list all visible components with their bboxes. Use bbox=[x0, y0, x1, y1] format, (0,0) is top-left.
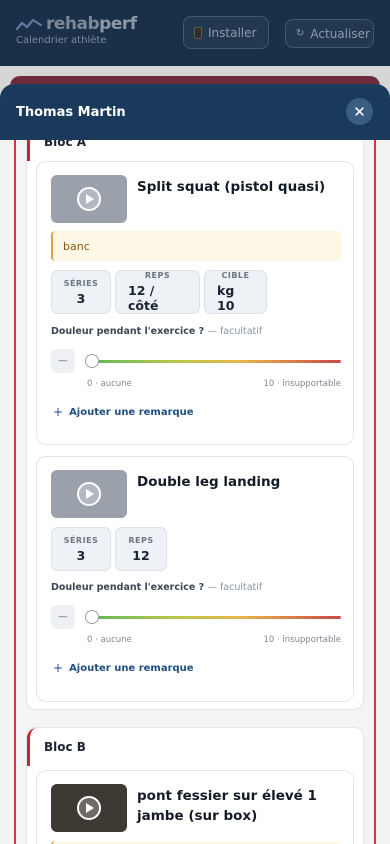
bloc-title: Bloc A bbox=[44, 140, 87, 149]
video-thumbnail[interactable] bbox=[51, 470, 127, 518]
scale-min-label: 0 · aucune bbox=[87, 379, 132, 389]
pain-question-text: Douleur pendant l'exercice ? bbox=[51, 582, 205, 593]
athlete-name: Thomas Martin bbox=[16, 104, 126, 120]
stat-value: 12 / côté bbox=[128, 283, 159, 313]
stat-label: CIBLE bbox=[221, 271, 250, 280]
video-thumbnail[interactable] bbox=[51, 175, 127, 223]
stat-target: CIBLE kg 10 bbox=[204, 270, 267, 314]
pain-slider-thumb[interactable] bbox=[85, 610, 99, 624]
exercise-title: pont fessier sur élevé 1 jambe (sur box) bbox=[137, 788, 317, 824]
pain-scale: 0 · aucune 10 · insupportable bbox=[87, 635, 341, 645]
logo-wave-icon bbox=[16, 18, 42, 31]
sheet-header: Thomas Martin ✕ bbox=[0, 84, 390, 140]
refresh-icon: ↻ bbox=[296, 28, 305, 39]
stat-reps: REPS 12 bbox=[115, 527, 167, 571]
app-subtitle: Calendrier athlète bbox=[16, 35, 107, 46]
install-button[interactable]: Installer bbox=[183, 16, 269, 49]
close-button[interactable]: ✕ bbox=[346, 98, 373, 125]
logo-text-perf: perf bbox=[99, 14, 137, 34]
exercise-card: Split squat (pistol quasi) banc SÉRIES 3… bbox=[36, 161, 354, 445]
refresh-button[interactable]: ↻ Actualiser bbox=[285, 19, 374, 48]
play-icon bbox=[77, 796, 101, 820]
app-header: rehabperf Calendrier athlète Installer ↻… bbox=[0, 0, 390, 66]
pain-decrease-button[interactable]: − bbox=[51, 605, 75, 629]
pain-optional-hint: — facultatif bbox=[207, 326, 263, 337]
add-remark-button[interactable]: + Ajouter une remarque bbox=[53, 661, 194, 675]
logo-text-rehab: rehab bbox=[46, 14, 100, 34]
stat-label: REPS bbox=[144, 271, 171, 280]
plus-icon: + bbox=[53, 661, 64, 675]
add-remark-label: Ajouter une remarque bbox=[69, 662, 194, 674]
exercise-title: Split squat (pistol quasi) bbox=[137, 179, 326, 195]
close-icon: ✕ bbox=[353, 102, 366, 121]
stat-value: 3 bbox=[76, 547, 86, 563]
stat-reps: REPS 12 / côté bbox=[115, 270, 200, 314]
exercise-stats: SÉRIES 3 REPS 12 bbox=[51, 527, 167, 571]
install-label: Installer bbox=[208, 25, 257, 40]
minus-icon: − bbox=[57, 353, 69, 369]
brand-logo: rehabperf Calendrier athlète bbox=[16, 14, 137, 46]
play-icon bbox=[77, 482, 101, 506]
athlete-sheet: Thomas Martin ✕ Bloc A Split squat (pist… bbox=[0, 84, 390, 844]
exercise-note: banc bbox=[51, 231, 341, 261]
pain-question: Douleur pendant l'exercice ? — facultati… bbox=[51, 582, 262, 593]
stat-value: kg 10 bbox=[217, 283, 235, 313]
scale-max-label: 10 · insupportable bbox=[263, 635, 341, 645]
bloc-header: Bloc A bbox=[27, 140, 363, 161]
bloc-header: Bloc B bbox=[27, 728, 363, 766]
pain-slider-thumb[interactable] bbox=[85, 354, 99, 368]
phone-icon bbox=[194, 26, 202, 39]
play-icon bbox=[77, 187, 101, 211]
stat-label: SÉRIES bbox=[63, 278, 99, 288]
scale-min-label: 0 · aucune bbox=[87, 635, 132, 645]
pain-scale: 0 · aucune 10 · insupportable bbox=[87, 379, 341, 389]
pain-question-text: Douleur pendant l'exercice ? bbox=[51, 326, 205, 337]
exercise-card: Double leg landing SÉRIES 3 REPS 12 Doul… bbox=[36, 456, 354, 702]
pain-question: Douleur pendant l'exercice ? — facultati… bbox=[51, 326, 262, 337]
refresh-label: Actualiser bbox=[310, 26, 370, 41]
add-remark-label: Ajouter une remarque bbox=[69, 406, 194, 418]
pain-decrease-button[interactable]: − bbox=[51, 349, 75, 373]
pain-slider[interactable] bbox=[87, 360, 341, 363]
stat-label: REPS bbox=[128, 535, 154, 545]
stat-value: 12 bbox=[132, 547, 150, 563]
plus-icon: + bbox=[53, 405, 64, 419]
video-thumbnail[interactable] bbox=[51, 784, 127, 832]
stat-sets: SÉRIES 3 bbox=[51, 527, 111, 571]
pain-slider[interactable] bbox=[87, 616, 341, 619]
stat-sets: SÉRIES 3 bbox=[51, 270, 111, 314]
add-remark-button[interactable]: + Ajouter une remarque bbox=[53, 405, 194, 419]
exercise-stats: SÉRIES 3 REPS 12 / côté CIBLE kg 10 bbox=[51, 270, 267, 314]
minus-icon: − bbox=[57, 609, 69, 625]
pain-optional-hint: — facultatif bbox=[207, 582, 263, 593]
scale-max-label: 10 · insupportable bbox=[263, 379, 341, 389]
sheet-body[interactable]: Bloc A Split squat (pistol quasi) banc S… bbox=[0, 140, 390, 844]
stat-label: SÉRIES bbox=[63, 535, 99, 545]
stat-value: 3 bbox=[76, 290, 86, 306]
bloc-title: Bloc B bbox=[44, 740, 86, 754]
exercise-card: pont fessier sur élevé 1 jambe (sur box) bbox=[36, 770, 354, 844]
exercise-title: Double leg landing bbox=[137, 474, 281, 490]
